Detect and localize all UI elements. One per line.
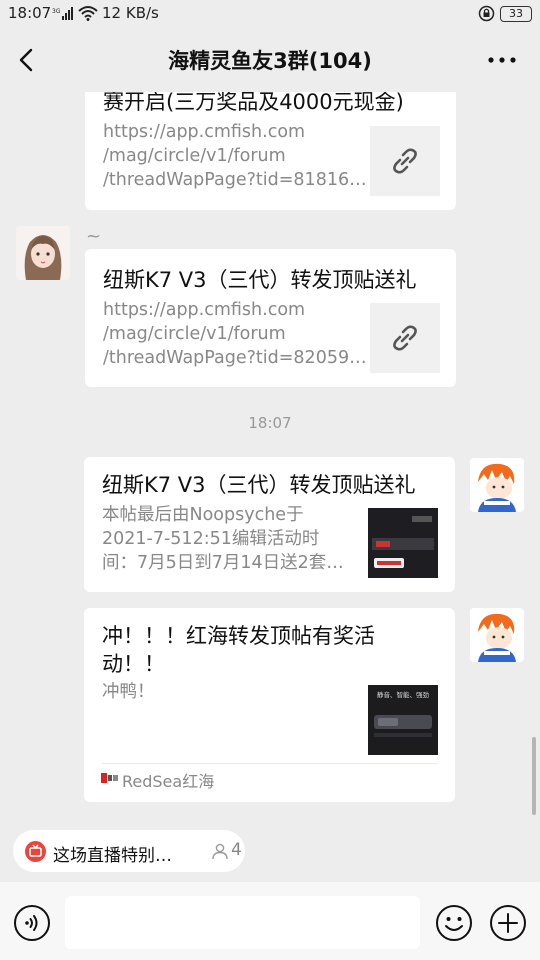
status-time: 18:07 <box>8 4 52 22</box>
avatar[interactable] <box>16 226 70 280</box>
live-stream-title: 这场直播特别… <box>53 846 172 866</box>
status-bar: 18:07 3G 12 KB/s 33 <box>0 0 540 28</box>
link-card-desc: 本帖最后由Noopsyche于 2021-7-512:51编辑活动时 间：7月5… <box>102 505 344 573</box>
link-card-title: 赛开启(三万奖品及4000元现金) <box>103 92 404 114</box>
product-thumbnail: 静音、智能、强劲 <box>368 685 438 755</box>
cartoon-avatar-image <box>470 458 524 512</box>
emoji-icon[interactable] <box>435 904 473 942</box>
product-image: 静音、智能、强劲 <box>368 685 438 755</box>
message-input[interactable] <box>65 896 420 949</box>
plus-icon[interactable] <box>489 904 527 942</box>
link-card-title: 纽斯K7 V3（三代）转发顶贴送礼 <box>102 473 416 497</box>
product-thumbnail <box>368 508 438 578</box>
product-image <box>368 508 438 578</box>
link-card[interactable]: 纽斯K7 V3（三代）转发顶贴送礼 本帖最后由Noopsyche于 2021-7… <box>84 457 455 592</box>
avatar[interactable] <box>470 458 524 512</box>
chat-header: 海精灵鱼友3群(104) <box>0 28 540 92</box>
viewer-icon <box>212 843 228 860</box>
sender-remark: ~ <box>86 226 102 247</box>
share-card-desc: 冲鸭！ <box>102 682 155 702</box>
link-card-title: 纽斯K7 V3（三代）转发顶贴送礼 <box>103 268 417 292</box>
network-speed: 12 KB/s <box>102 4 159 22</box>
chat-title: 海精灵鱼友3群(104) <box>168 49 372 73</box>
scrollbar[interactable] <box>532 737 536 815</box>
wifi-icon <box>78 6 98 21</box>
redsea-logo-icon <box>101 773 118 783</box>
message-timestamp: 18:07 <box>248 414 292 432</box>
link-icon <box>393 148 417 174</box>
app-share-card[interactable]: 冲！！！红海转发顶帖有奖活 动！！ 冲鸭！ 静音、智能、强劲 RedSea红海 <box>84 608 455 802</box>
more-options-icon[interactable] <box>486 46 518 74</box>
link-card[interactable]: 赛开启(三万奖品及4000元现金) https://app.cmfish.com… <box>85 92 456 210</box>
battery-indicator: 33 <box>500 6 532 22</box>
link-card-desc: https://app.cmfish.com /mag/circle/v1/fo… <box>103 300 367 368</box>
card-divider <box>102 763 437 764</box>
avatar[interactable] <box>470 608 524 662</box>
svg-text:3G: 3G <box>52 8 61 15</box>
viewer-count: 4 <box>231 840 242 860</box>
message-input-bar <box>0 882 540 960</box>
voice-input-icon[interactable] <box>13 904 51 942</box>
link-thumbnail <box>370 303 440 373</box>
link-thumbnail <box>370 126 440 196</box>
share-card-title-line2: 动！！ <box>102 652 165 676</box>
link-icon <box>393 325 417 351</box>
share-source-name: RedSea红海 <box>122 772 215 791</box>
share-card-title: 冲！！！红海转发顶帖有奖活 动！！ <box>102 622 375 678</box>
product-image-caption: 静音、智能、强劲 <box>377 690 430 699</box>
link-card[interactable]: 纽斯K7 V3（三代）转发顶贴送礼 https://app.cmfish.com… <box>85 249 456 387</box>
live-stream-banner[interactable]: 这场直播特别… 4 <box>13 830 245 872</box>
alarm-icon <box>478 5 495 22</box>
live-stream-icon <box>25 841 46 862</box>
signal-icon: 3G <box>52 7 73 20</box>
share-card-title-line1: 冲！！！红海转发顶帖有奖活 <box>102 624 375 648</box>
link-card-desc: https://app.cmfish.com /mag/circle/v1/fo… <box>103 122 367 190</box>
cartoon-avatar-image <box>470 608 524 662</box>
message-list[interactable]: 赛开启(三万奖品及4000元现金) https://app.cmfish.com… <box>0 92 540 818</box>
girl-avatar-image <box>16 226 70 280</box>
